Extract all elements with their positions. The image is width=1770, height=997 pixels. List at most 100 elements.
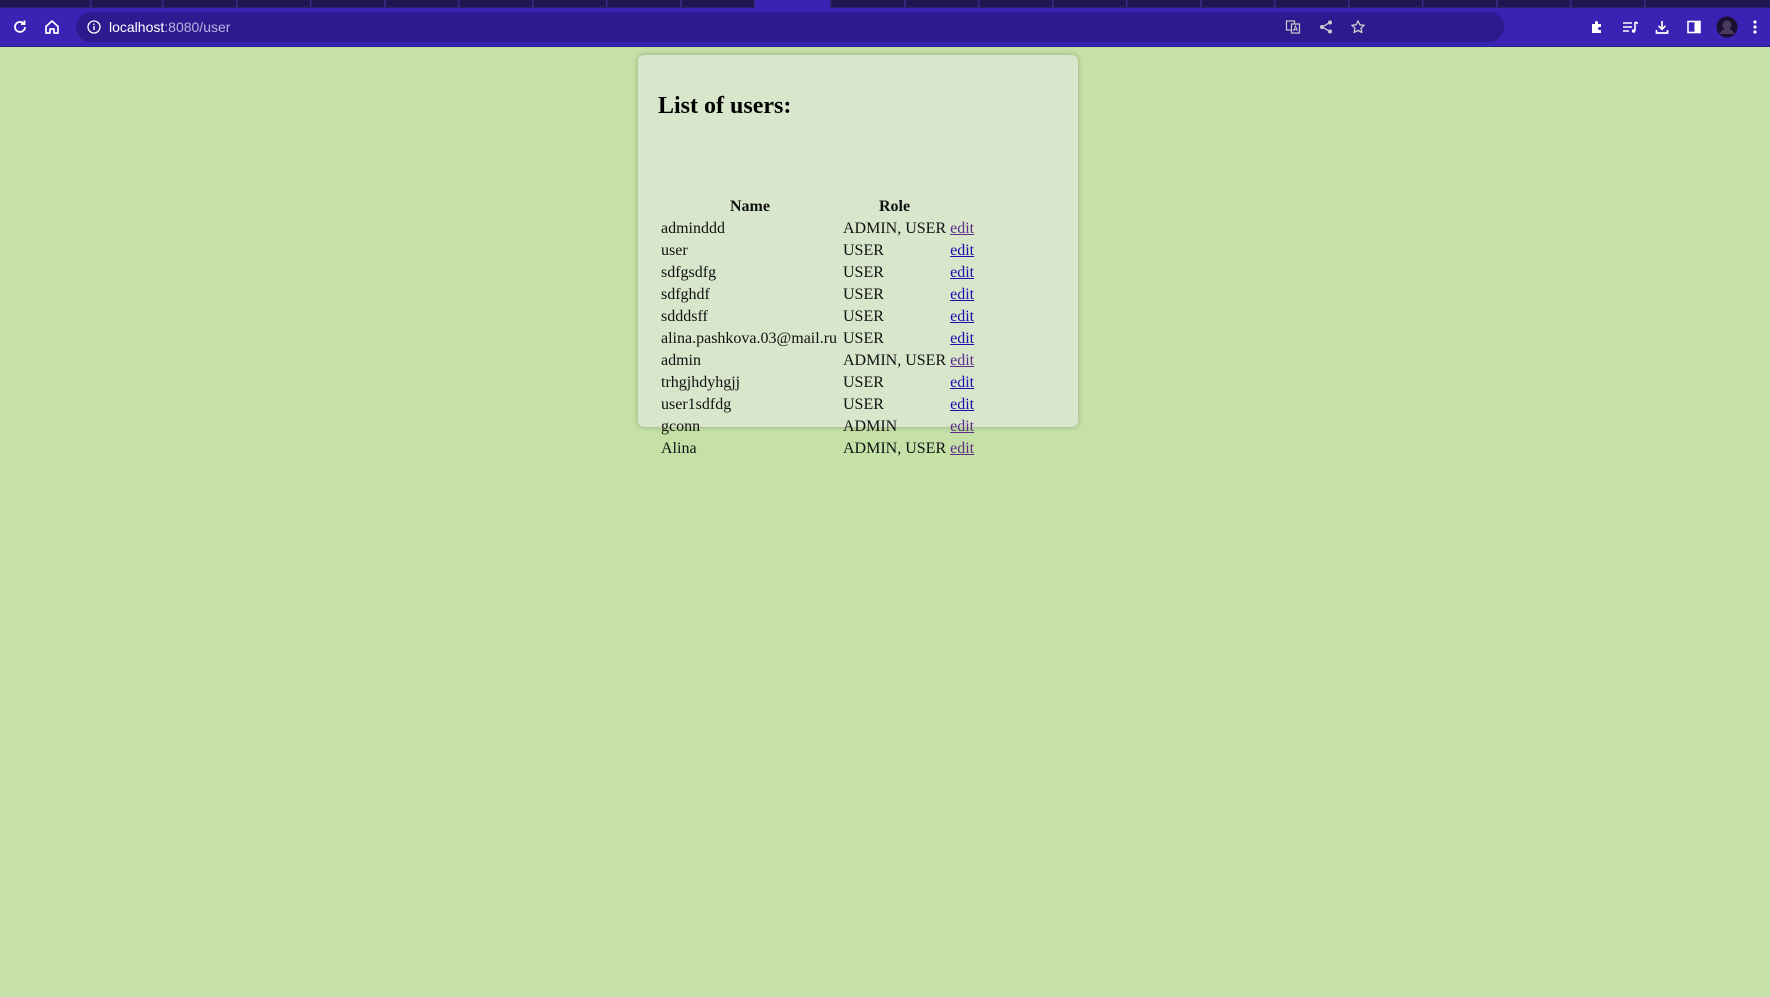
users-table-body: adminddd ADMIN, USER edit user USER edit sdfgs…: [660, 219, 975, 459]
user-name-cell: sdfghdf: [661, 286, 710, 303]
table-header: Name Role: [660, 197, 975, 217]
edit-cell: edit: [949, 263, 975, 283]
menu-icon[interactable]: [1745, 14, 1765, 40]
edit-cell: edit: [949, 417, 975, 437]
share-icon[interactable]: [1316, 17, 1336, 37]
table-row: sdddsff USER edit: [660, 307, 975, 327]
edit-cell: edit: [949, 373, 975, 393]
tab[interactable]: [386, 0, 459, 7]
edit-link[interactable]: edit: [950, 440, 974, 457]
users-table: Name Role adminddd ADMIN, USER edit user USE…: [658, 195, 977, 461]
user-name-cell: user1sdfdg: [661, 396, 732, 413]
browser-toolbar: localhost:8080/user: [0, 8, 1770, 47]
table-row: sdfgsdfg USER edit: [660, 263, 975, 283]
tab[interactable]: [1424, 0, 1497, 7]
reload-icon[interactable]: [7, 14, 33, 40]
edit-link[interactable]: edit: [950, 374, 974, 391]
edit-cell: edit: [949, 329, 975, 349]
edit-link[interactable]: edit: [950, 308, 974, 325]
edit-link[interactable]: edit: [950, 242, 974, 259]
edit-cell: edit: [949, 439, 975, 459]
home-icon[interactable]: [39, 14, 65, 40]
tab[interactable]: [92, 0, 163, 7]
tab[interactable]: [1646, 0, 1770, 7]
tab[interactable]: [682, 0, 755, 7]
address-bar[interactable]: localhost:8080/user: [76, 12, 1504, 42]
profile-avatar[interactable]: [1714, 14, 1740, 40]
name-column-header: Name: [730, 198, 770, 215]
table-row: user USER edit: [660, 241, 975, 261]
url-path: :8080/user: [164, 19, 231, 35]
extensions-icon[interactable]: [1584, 14, 1610, 40]
table-row: sdfghdf USER edit: [660, 285, 975, 305]
user-name-cell: Alina: [661, 440, 697, 457]
side-panel-icon[interactable]: [1681, 14, 1707, 40]
tab[interactable]: [164, 0, 237, 7]
user-name-cell: gconn: [661, 418, 701, 435]
user-role-cell: USER: [843, 374, 884, 391]
tab[interactable]: [1572, 0, 1645, 7]
edit-cell: edit: [949, 351, 975, 371]
edit-link[interactable]: edit: [950, 352, 974, 369]
user-name-cell: sdfgsdfg: [661, 264, 717, 281]
tab[interactable]: [0, 0, 91, 7]
active-tab[interactable]: [755, 0, 830, 8]
user-role-cell: USER: [843, 286, 884, 303]
tab[interactable]: [1128, 0, 1201, 7]
edit-cell: edit: [949, 219, 975, 239]
tab[interactable]: [1276, 0, 1349, 7]
tab[interactable]: [1350, 0, 1423, 7]
user-name-cell: user: [661, 242, 688, 259]
edit-link[interactable]: edit: [950, 330, 974, 347]
tab-strip: [0, 0, 1770, 8]
tab[interactable]: [906, 0, 979, 7]
table-row: gconn ADMIN edit: [660, 417, 975, 437]
url-host: localhost: [109, 19, 165, 35]
tab[interactable]: [832, 0, 905, 7]
user-role-cell: ADMIN, USER: [843, 352, 947, 369]
info-icon[interactable]: [86, 19, 102, 35]
tab[interactable]: [1202, 0, 1275, 7]
edit-link[interactable]: edit: [950, 264, 974, 281]
tab[interactable]: [238, 0, 311, 7]
table-row: Alina ADMIN, USER edit: [660, 439, 975, 459]
edit-cell: edit: [949, 307, 975, 327]
edit-cell: edit: [949, 241, 975, 261]
edit-link[interactable]: edit: [950, 220, 974, 237]
user-name-cell: adminddd: [661, 220, 725, 237]
table-row: alina.pashkova.03@mail.ru USER edit: [660, 329, 975, 349]
users-card: List of users: Name Role adminddd ADMIN, …: [638, 55, 1078, 457]
user-role-cell: USER: [843, 396, 884, 413]
tab[interactable]: [608, 0, 681, 7]
edit-link[interactable]: edit: [950, 418, 974, 435]
edit-link[interactable]: edit: [950, 286, 974, 303]
star-icon[interactable]: [1348, 17, 1368, 37]
role-column-header: Role: [879, 198, 911, 215]
user-role-cell: ADMIN, USER: [843, 440, 947, 457]
user-role-cell: ADMIN: [843, 418, 898, 435]
edit-cell: edit: [949, 395, 975, 415]
tab[interactable]: [1498, 0, 1571, 7]
table-row: trhgjhdyhgjj USER edit: [660, 373, 975, 393]
user-name-cell: admin: [661, 352, 701, 369]
tab[interactable]: [460, 0, 533, 7]
user-role-cell: USER: [843, 242, 884, 259]
tab[interactable]: [980, 0, 1053, 7]
edit-link[interactable]: edit: [950, 396, 974, 413]
reading-list-icon[interactable]: [1617, 14, 1643, 40]
user-role-cell: USER: [843, 264, 884, 281]
actions-column-header: [949, 197, 975, 217]
user-name-cell: alina.pashkova.03@mail.ru: [661, 330, 838, 347]
tab[interactable]: [534, 0, 607, 7]
user-role-cell: USER: [843, 330, 884, 347]
tab[interactable]: [312, 0, 385, 7]
user-name-cell: trhgjhdyhgjj: [661, 374, 741, 391]
table-row: adminddd ADMIN, USER edit: [660, 219, 975, 239]
page-title: List of users:: [658, 93, 792, 119]
download-icon[interactable]: [1649, 14, 1675, 40]
url-text[interactable]: localhost:8080/user: [109, 18, 230, 36]
tab[interactable]: [1054, 0, 1127, 7]
translate-icon[interactable]: [1283, 17, 1303, 37]
edit-cell: edit: [949, 285, 975, 305]
table-row: user1sdfdg USER edit: [660, 395, 975, 415]
